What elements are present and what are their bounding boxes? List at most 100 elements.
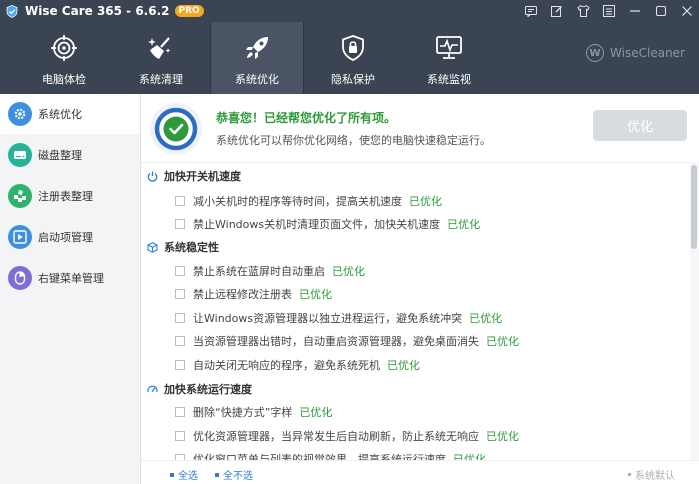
select-none-link[interactable]: 全不选 — [215, 467, 253, 482]
select-all-link[interactable]: 全选 — [170, 467, 198, 482]
select-none-label: 全不选 — [223, 471, 253, 482]
speedometer-icon — [146, 383, 158, 395]
item-text: 当资源管理器出错时，自动重启资源管理器，避免桌面消失 — [193, 335, 479, 348]
list-item[interactable]: 当资源管理器出错时，自动重启资源管理器，避免桌面消失 已优化 — [175, 333, 519, 349]
gear-icon — [8, 102, 32, 126]
mouse-icon — [8, 266, 32, 290]
tab-system-monitor[interactable]: 系统监视 — [402, 22, 496, 94]
edit-icon[interactable] — [545, 0, 569, 22]
system-default-link[interactable]: 系统默认 — [628, 467, 675, 482]
item-text: 删除“快捷方式”字样 — [193, 406, 293, 419]
section-header: 加快系统运行速度 — [146, 381, 252, 397]
list-scrollbar[interactable] — [690, 162, 699, 460]
sidebar-item-label: 启动项管理 — [38, 231, 93, 244]
scrollbar-thumb[interactable] — [691, 165, 697, 249]
item-status: 已优化 — [469, 312, 503, 325]
bullet-icon — [215, 472, 219, 477]
pro-badge: PRO — [174, 5, 204, 17]
item-status: 已优化 — [387, 359, 420, 372]
section-title: 加快开关机速度 — [164, 170, 241, 183]
item-text: 自动关闭无响应的程序，避免系统死机 — [193, 359, 380, 372]
tab-pc-checkup[interactable]: 电脑体检 — [17, 22, 111, 94]
list-item[interactable]: 优化窗口菜单与列表的视觉效果，提高系统运行速度 已优化 — [175, 451, 486, 460]
tab-system-optimize[interactable]: 系统优化 — [210, 22, 304, 94]
app-title: Wise Care 365 - 6.6.2 — [25, 4, 170, 18]
tab-privacy-protect[interactable]: 隐私保护 — [306, 22, 400, 94]
item-checkbox[interactable] — [175, 431, 185, 441]
item-text: 优化资源管理器，当异常发生后自动刷新，防止系统无响应 — [193, 430, 479, 443]
sidebar-item-context-menu[interactable]: 右键菜单管理 — [0, 258, 140, 298]
item-status: 已优化 — [409, 195, 442, 208]
select-all-label: 全选 — [178, 471, 198, 482]
item-checkbox[interactable] — [175, 407, 185, 417]
list-item[interactable]: 自动关闭无响应的程序，避免系统死机 已优化 — [175, 357, 420, 373]
item-text: 禁止Windows关机时清理页面文件，加快关机速度 — [193, 218, 441, 231]
target-icon — [50, 34, 78, 62]
tab-label: 系统优化 — [235, 73, 279, 86]
lock-shield-icon — [339, 34, 367, 62]
item-status: 已优化 — [486, 430, 519, 443]
sidebar-item-system-optimize[interactable]: 系统优化 — [0, 94, 140, 134]
system-default-label: 系统默认 — [635, 471, 675, 482]
shirt-icon[interactable] — [571, 0, 595, 22]
item-checkbox[interactable] — [175, 289, 185, 299]
item-checkbox[interactable] — [175, 266, 185, 276]
item-checkbox[interactable] — [175, 219, 185, 229]
item-status: 已优化 — [453, 453, 486, 460]
sidebar-item-registry-cleanup[interactable]: 注册表整理 — [0, 176, 140, 216]
sidebar-item-label: 系统优化 — [38, 108, 82, 121]
bullet-icon — [170, 472, 174, 477]
cube-icon — [146, 241, 158, 253]
item-status: 已优化 — [332, 265, 365, 278]
monitor-icon — [435, 34, 463, 62]
tab-label: 隐私保护 — [331, 73, 375, 86]
sidebar-item-label: 右键菜单管理 — [38, 272, 104, 285]
item-text: 减小关机时的程序等待时间，提高关机速度 — [193, 195, 402, 208]
sidebar-item-label: 注册表整理 — [38, 190, 93, 203]
item-status: 已优化 — [486, 335, 519, 348]
list-item[interactable]: 优化资源管理器，当异常发生后自动刷新，防止系统无响应 已优化 — [175, 428, 519, 444]
sidebar-item-startup-manager[interactable]: 启动项管理 — [0, 217, 140, 257]
sidebar: 系统优化 磁盘整理 注册表整理 启动项管理 右键菜单管理 — [0, 94, 141, 484]
rocket-icon — [243, 34, 271, 62]
item-checkbox[interactable] — [175, 336, 185, 346]
list-item[interactable]: 减小关机时的程序等待时间，提高关机速度 已优化 — [175, 193, 442, 209]
list-footer: 全选 全不选 系统默认 — [141, 460, 699, 484]
power-icon — [146, 170, 158, 182]
section-title: 加快系统运行速度 — [164, 383, 252, 396]
bullet-icon — [628, 473, 631, 476]
item-checkbox[interactable] — [175, 313, 185, 323]
minimize-icon[interactable] — [623, 0, 647, 22]
menu-icon[interactable] — [597, 0, 621, 22]
item-checkbox[interactable] — [175, 196, 185, 206]
top-nav: 电脑体检 系统清理 系统优化 隐私保护 系统监视 W WiseCleaner — [0, 22, 699, 94]
broom-icon — [147, 34, 175, 62]
item-checkbox[interactable] — [175, 360, 185, 370]
check-circle-icon — [148, 101, 204, 157]
maximize-icon[interactable] — [649, 0, 673, 22]
app-shield-icon — [5, 4, 19, 18]
optimization-list: 加快开关机速度 减小关机时的程序等待时间，提高关机速度 已优化 禁止Window… — [141, 162, 690, 460]
sidebar-item-disk-defrag[interactable]: 磁盘整理 — [0, 135, 140, 175]
item-text: 禁止系统在蓝屏时自动重启 — [193, 265, 325, 278]
section-header: 系统稳定性 — [146, 239, 219, 255]
item-status: 已优化 — [299, 406, 333, 419]
list-item[interactable]: 删除“快捷方式”字样 已优化 — [175, 404, 332, 420]
list-item[interactable]: 禁止远程修改注册表 已优化 — [175, 286, 332, 302]
tab-label: 系统清理 — [139, 73, 183, 86]
status-subtitle: 系统优化可以帮你优化网络，使您的电脑快速稳定运行。 — [216, 134, 491, 147]
list-item[interactable]: 禁止Windows关机时清理页面文件，加快关机速度 已优化 — [175, 216, 480, 232]
startup-icon — [8, 225, 32, 249]
list-item[interactable]: 禁止系统在蓝屏时自动重启 已优化 — [175, 263, 365, 279]
wisecleaner-logo: W WiseCleaner — [586, 44, 685, 62]
optimize-button[interactable]: 优化 — [593, 110, 687, 141]
section-header: 加快开关机速度 — [146, 168, 241, 184]
message-icon[interactable] — [519, 0, 543, 22]
tab-label: 电脑体检 — [42, 73, 86, 86]
wisecleaner-mark-icon: W — [586, 44, 605, 62]
tab-system-cleanup[interactable]: 系统清理 — [114, 22, 208, 94]
item-status: 已优化 — [447, 218, 481, 231]
list-item[interactable]: 让Windows资源管理器以独立进程运行，避免系统冲突 已优化 — [175, 310, 502, 326]
close-icon[interactable] — [675, 0, 699, 22]
status-title: 恭喜您！已经帮您优化了所有项。 — [216, 111, 397, 125]
